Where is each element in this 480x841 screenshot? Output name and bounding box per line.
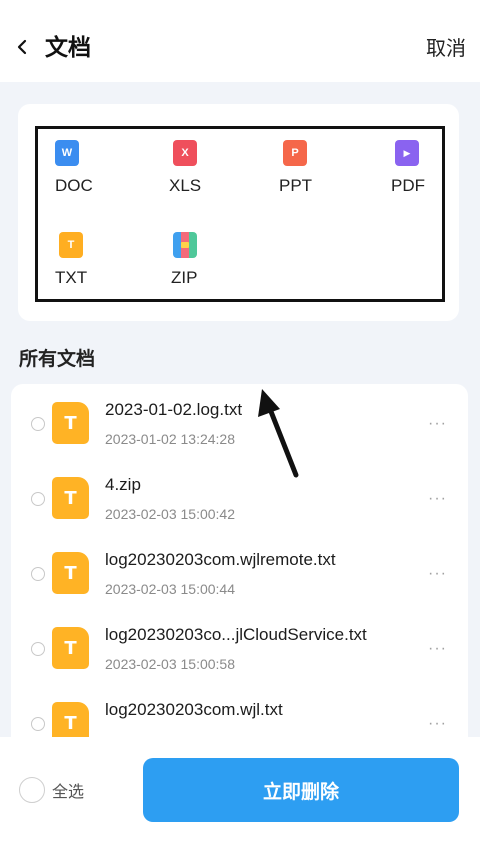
page-title: 文档 xyxy=(45,35,91,61)
file-name: log20230203com.wjlremote.txt xyxy=(105,550,336,569)
more-icon[interactable]: ··· xyxy=(428,566,450,582)
file-list: T 2023-01-02.log.txt 2023-01-02 13:24:28… xyxy=(11,384,468,737)
select-all-label: 全选 xyxy=(52,782,85,801)
file-row[interactable]: T log20230203com.wjlremote.txt 2023-02-0… xyxy=(11,534,468,609)
file-date: 2023-02-03 15:00:58 xyxy=(105,656,235,672)
category-label: XLS xyxy=(169,176,202,195)
category-ppt[interactable]: P PPT xyxy=(279,140,349,196)
file-row[interactable]: T 4.zip 2023-02-03 15:00:42 ··· xyxy=(11,459,468,534)
category-label: PPT xyxy=(279,176,313,195)
excel-xls-icon: X xyxy=(173,140,197,166)
category-card: W DOC X XLS P PPT ▶ PDF T TXT ZIP xyxy=(18,104,459,321)
file-checkbox[interactable] xyxy=(31,717,45,731)
header-bar: 文档 取消 xyxy=(0,0,480,82)
txt-file-icon: T xyxy=(52,402,89,444)
category-pdf[interactable]: ▶ PDF xyxy=(391,140,461,196)
select-all-radio[interactable] xyxy=(19,777,45,803)
pdf-icon: ▶ xyxy=(395,140,419,166)
main-content: W DOC X XLS P PPT ▶ PDF T TXT ZIP 所有文档 T… xyxy=(0,82,480,737)
file-row[interactable]: T log20230203co...jlCloudService.txt 202… xyxy=(11,609,468,684)
file-name: 2023-01-02.log.txt xyxy=(105,400,243,419)
file-name: log20230203co...jlCloudService.txt xyxy=(105,625,367,644)
section-title: 所有文档 xyxy=(19,348,96,370)
category-label: PDF xyxy=(391,176,425,195)
cancel-button[interactable]: 取消 xyxy=(426,34,466,62)
annotation-arrow-icon xyxy=(258,389,299,478)
txt-icon: T xyxy=(59,232,83,258)
more-icon[interactable]: ··· xyxy=(428,491,450,507)
file-row[interactable]: T 2023-01-02.log.txt 2023-01-02 13:24:28… xyxy=(11,384,468,459)
word-doc-icon: W xyxy=(55,140,79,166)
chevron-left-icon xyxy=(17,39,27,55)
select-all-toggle[interactable]: 全选 xyxy=(19,777,84,803)
category-label: ZIP xyxy=(171,268,198,287)
category-label: DOC xyxy=(55,176,93,195)
file-checkbox[interactable] xyxy=(31,642,45,656)
txt-file-icon: T xyxy=(52,702,89,737)
file-checkbox[interactable] xyxy=(31,492,45,506)
category-xls[interactable]: X XLS xyxy=(169,140,239,196)
category-label: TXT xyxy=(55,268,88,287)
more-icon[interactable]: ··· xyxy=(428,716,450,732)
file-name: 4.zip xyxy=(105,475,141,494)
zip-icon xyxy=(173,232,197,258)
file-date: 2023-01-02 13:24:28 xyxy=(105,431,235,447)
file-date: 2023-02-03 15:00:42 xyxy=(105,506,235,522)
ppt-icon: P xyxy=(283,140,307,166)
file-checkbox[interactable] xyxy=(31,417,45,431)
category-zip[interactable]: ZIP xyxy=(171,232,241,288)
txt-file-icon: T xyxy=(52,627,89,669)
back-button[interactable] xyxy=(10,32,34,62)
file-row[interactable]: T log20230203com.wjl.txt ··· xyxy=(11,684,468,737)
txt-file-icon: T xyxy=(52,477,89,519)
category-doc[interactable]: W DOC xyxy=(55,140,125,196)
category-txt[interactable]: T TXT xyxy=(55,232,125,288)
more-icon[interactable]: ··· xyxy=(428,416,450,432)
file-name: log20230203com.wjl.txt xyxy=(105,700,283,719)
footer-bar: 全选 立即删除 xyxy=(0,737,480,841)
delete-now-button[interactable]: 立即删除 xyxy=(143,758,459,822)
txt-file-icon: T xyxy=(52,552,89,594)
more-icon[interactable]: ··· xyxy=(428,641,450,657)
file-date: 2023-02-03 15:00:44 xyxy=(105,581,235,597)
file-checkbox[interactable] xyxy=(31,567,45,581)
